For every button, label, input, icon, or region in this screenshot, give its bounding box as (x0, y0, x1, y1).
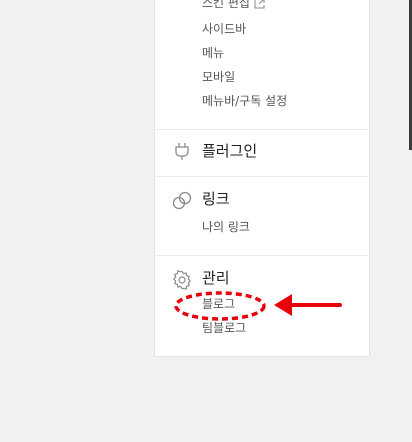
my-link-item[interactable]: 나의 링크 (202, 219, 250, 235)
menu-link[interactable]: 메뉴 (202, 45, 224, 61)
skin-edit-label: 스킨 편집 (202, 0, 250, 10)
blog-item[interactable]: 블로그 (202, 296, 235, 312)
external-link-icon (254, 0, 265, 9)
sidebar-panel: 스킨 편집 사이드바 메뉴 모바일 메뉴바/구독 설정 플러그인 링크 나의 링… (154, 0, 370, 357)
link-section-title[interactable]: 링크 (202, 189, 230, 209)
plugin-section-title[interactable]: 플러그인 (202, 141, 257, 161)
sidebar-link[interactable]: 사이드바 (202, 21, 246, 37)
divider (155, 255, 369, 256)
manage-section-title[interactable]: 관리 (202, 268, 230, 288)
link-icon (172, 191, 192, 210)
divider (155, 176, 369, 177)
menubar-subscribe-link[interactable]: 메뉴바/구독 설정 (202, 93, 287, 109)
mobile-link[interactable]: 모바일 (202, 69, 235, 85)
divider (155, 129, 369, 130)
team-blog-item[interactable]: 팀블로그 (202, 320, 246, 336)
skin-edit-link[interactable]: 스킨 편집 (202, 0, 265, 11)
gear-icon (173, 270, 191, 290)
plug-icon (175, 143, 189, 160)
